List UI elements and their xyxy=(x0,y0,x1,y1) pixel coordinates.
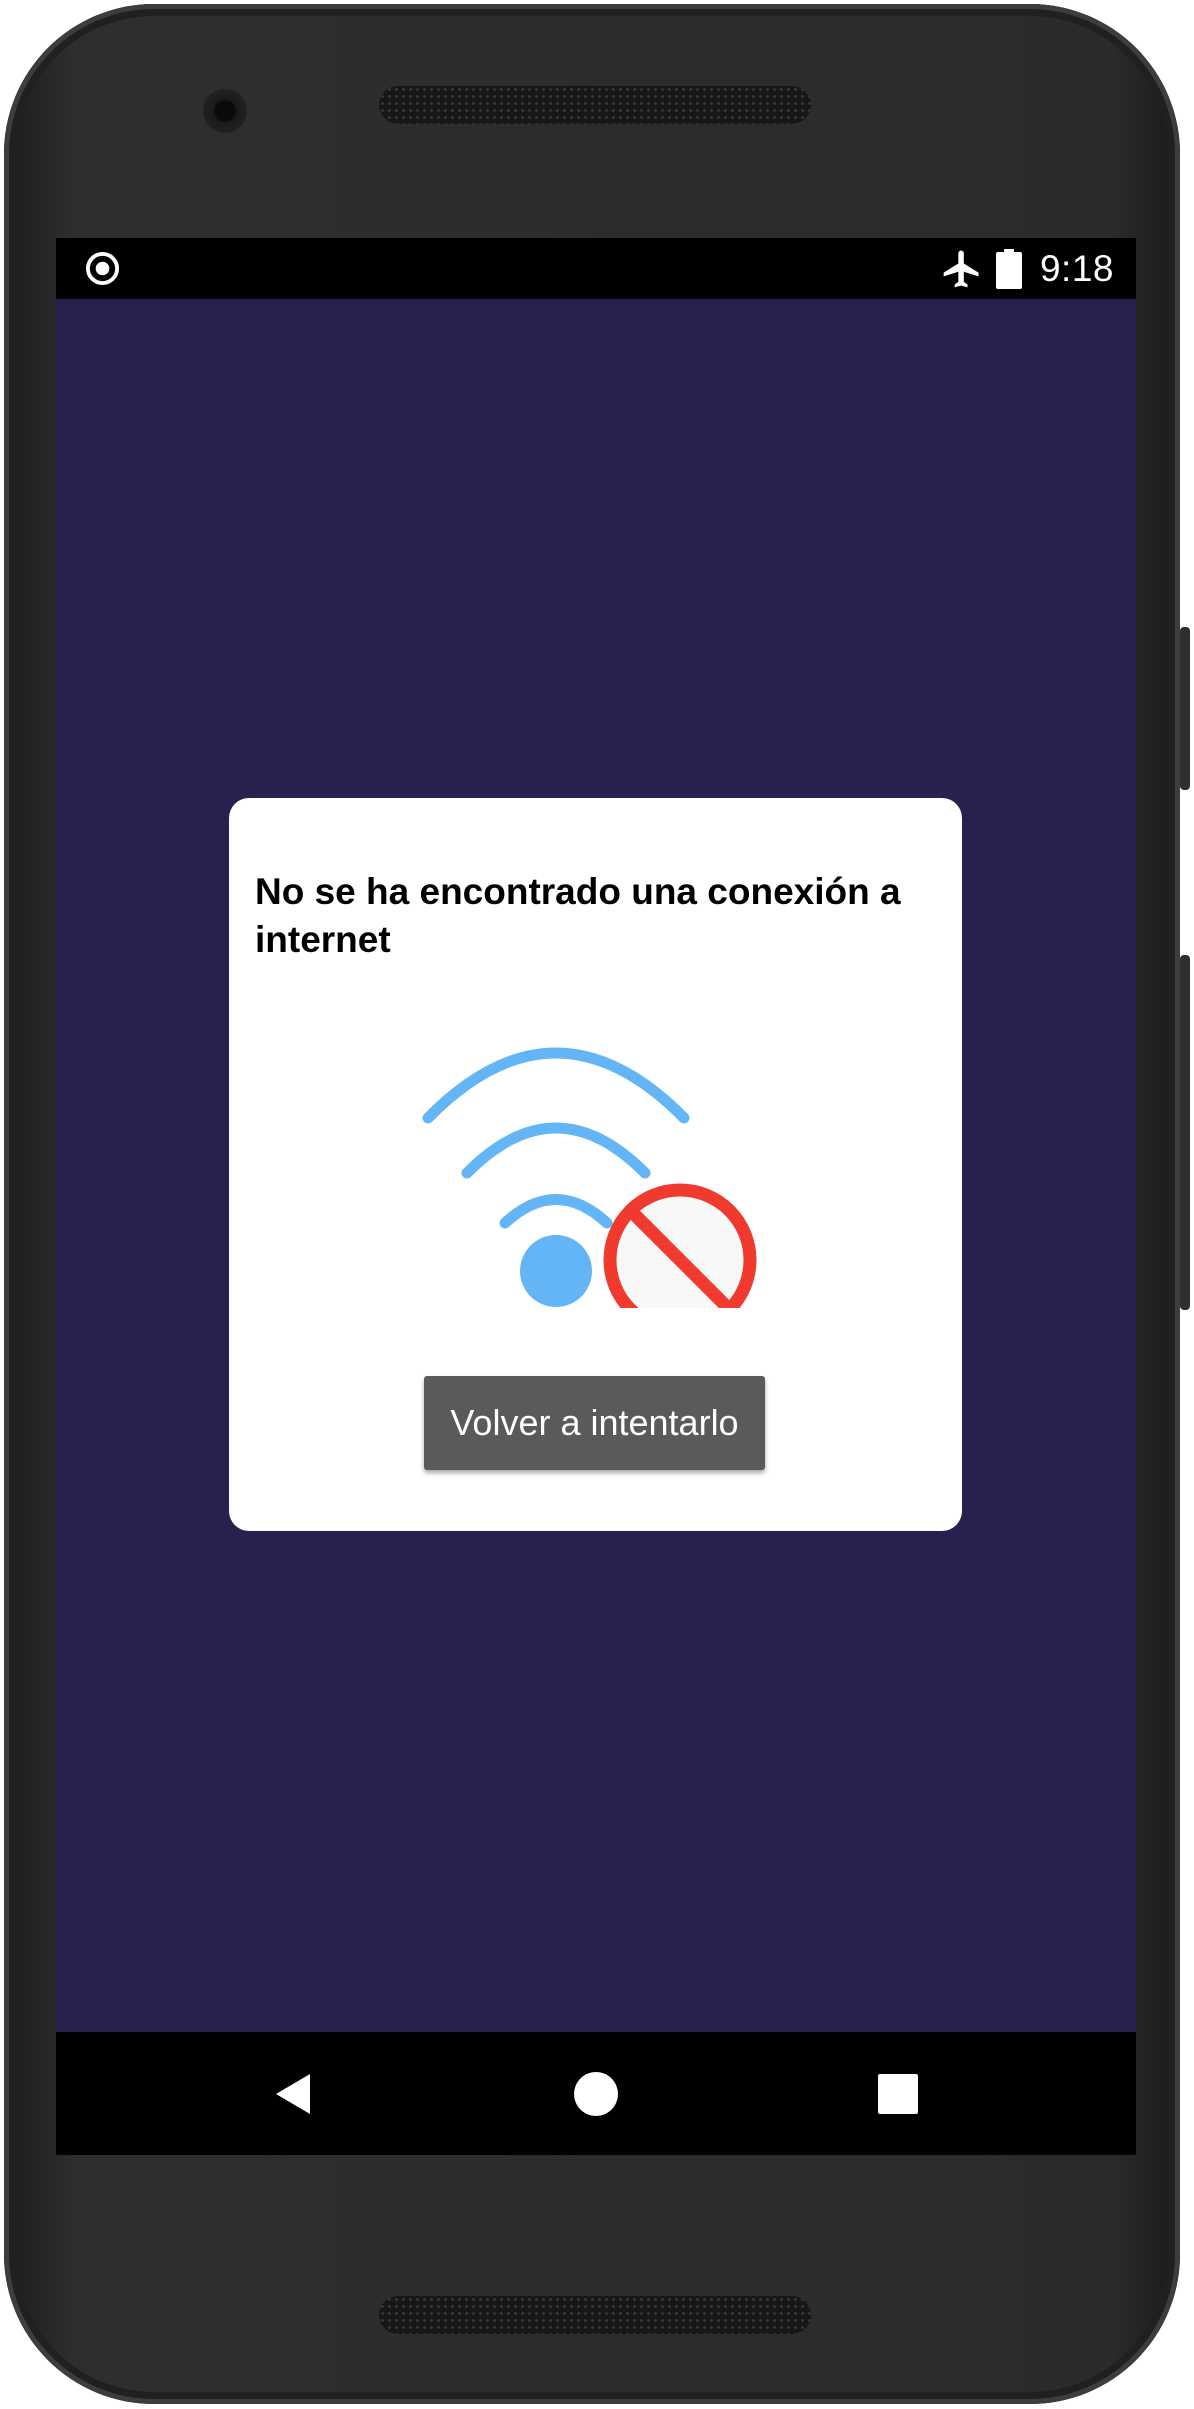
screen: 9:18 No se ha encontrado una conexión a … xyxy=(56,238,1136,2155)
bottom-speaker-grille xyxy=(379,2296,811,2334)
wifi-off-icon xyxy=(422,1047,757,1308)
power-button xyxy=(1180,627,1190,790)
recents-icon[interactable] xyxy=(874,2070,922,2118)
volume-button xyxy=(1180,955,1190,1310)
recording-icon xyxy=(85,251,120,286)
battery-icon xyxy=(995,248,1022,289)
front-camera xyxy=(203,89,247,133)
status-icons: 9:18 xyxy=(940,238,1114,299)
phone-frame: 9:18 No se ha encontrado una conexión a … xyxy=(4,4,1180,2404)
home-icon[interactable] xyxy=(572,2070,620,2118)
top-speaker-grille xyxy=(379,86,811,124)
no-connection-dialog: No se ha encontrado una conexión a inter… xyxy=(229,798,962,1531)
navigation-bar xyxy=(56,2032,1136,2155)
airplane-mode-icon xyxy=(943,250,979,287)
dialog-title: No se ha encontrado una conexión a inter… xyxy=(255,871,901,960)
back-icon[interactable] xyxy=(272,2070,320,2118)
prohibition-icon xyxy=(603,1183,757,1308)
retry-button[interactable]: Volver a intentarlo xyxy=(424,1376,765,1470)
status-bar: 9:18 xyxy=(56,238,1136,299)
status-time: 9:18 xyxy=(1039,247,1114,289)
